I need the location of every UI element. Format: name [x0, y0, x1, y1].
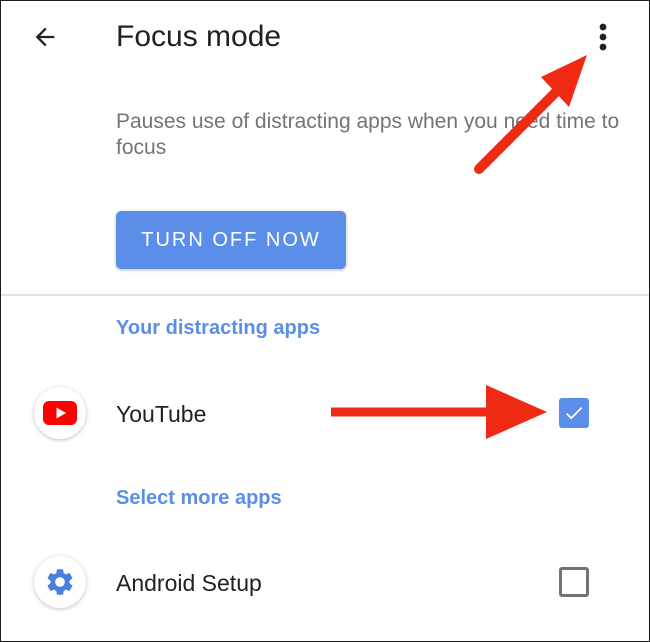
android-setup-checkbox[interactable]: [559, 567, 589, 597]
section-header-select-more-apps: Select more apps: [116, 487, 282, 509]
android-setup-app-icon: [34, 556, 86, 608]
section-header-distracting-apps: Your distracting apps: [116, 317, 321, 339]
screen: Focus mode Pauses use of distracting app…: [0, 0, 650, 642]
page-title: Focus mode: [116, 20, 282, 53]
youtube-icon: [43, 401, 77, 425]
app-name-android-setup: Android Setup: [116, 570, 262, 596]
youtube-checkbox[interactable]: [559, 398, 589, 428]
youtube-app-icon: [34, 387, 86, 439]
arrow-left-icon: [35, 27, 55, 47]
app-row-android-setup[interactable]: Android Setup: [1, 553, 649, 613]
more-options-button[interactable]: [585, 15, 621, 59]
annotation-arrows: [331, 55, 587, 439]
app-name-youtube: YouTube: [116, 401, 207, 427]
check-icon: [566, 407, 583, 420]
divider: [1, 294, 649, 296]
app-row-youtube[interactable]: YouTube: [1, 384, 649, 444]
description-text: Pauses use of distracting apps when you …: [116, 110, 620, 159]
more-vert-icon: [599, 23, 607, 51]
turn-off-now-button[interactable]: TURN OFF NOW: [116, 211, 346, 269]
back-button[interactable]: [23, 15, 67, 59]
gear-icon: [47, 569, 73, 595]
